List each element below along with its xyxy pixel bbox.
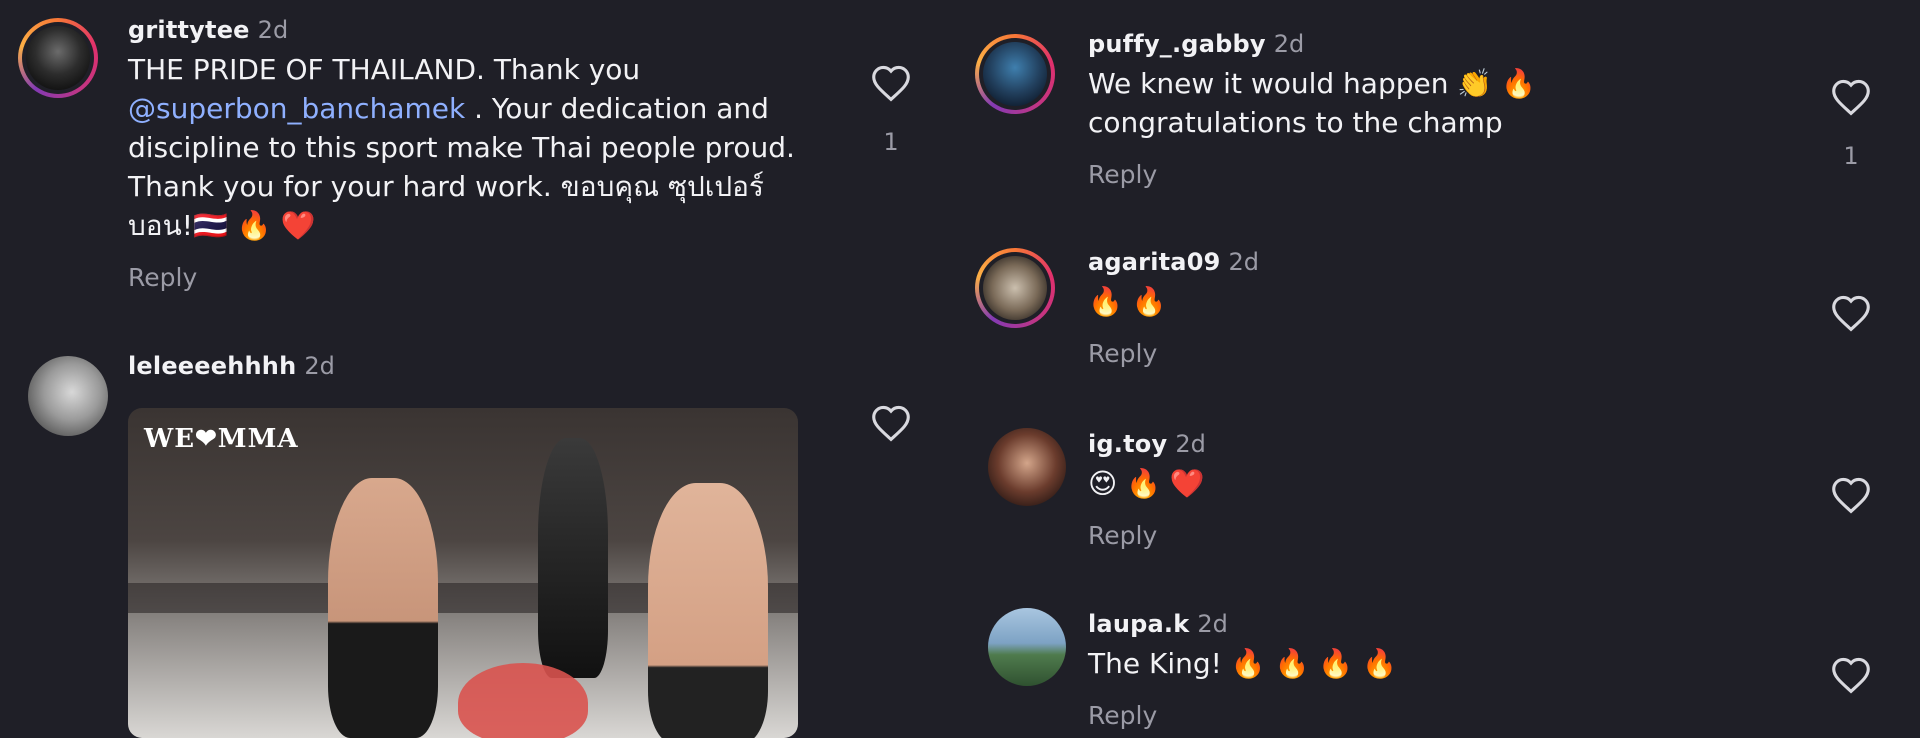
heart-outline-icon[interactable] — [870, 404, 912, 442]
avatar[interactable] — [988, 428, 1066, 506]
comment-text: 😍 🔥 ❤️ — [1088, 467, 1205, 500]
comment-item: grittytee 2d THE PRIDE OF THAILAND. Thank… — [0, 0, 960, 330]
comment-time: 2d — [1273, 30, 1305, 58]
comment-time: 2d — [304, 352, 335, 380]
comment-time: 2d — [1197, 610, 1228, 638]
reply-button[interactable]: Reply — [1088, 160, 1708, 189]
fighter-figure — [328, 478, 438, 738]
comment-item: laupa.k 2d The King! 🔥 🔥 🔥 🔥 Reply — [960, 606, 1920, 734]
heart-outline-icon[interactable] — [1830, 294, 1872, 332]
avatar-photo — [983, 42, 1047, 106]
comment-text: 🔥 🔥 — [1088, 285, 1167, 318]
avatar-photo — [26, 26, 90, 90]
reply-button[interactable]: Reply — [1088, 701, 1708, 730]
comment-item: ig.toy 2d 😍 🔥 ❤️ Reply — [960, 426, 1920, 576]
avatar-photo — [983, 256, 1047, 320]
gif-media[interactable]: WE❤MMA — [128, 408, 798, 738]
comment-item: puffy_.gabby 2d We knew it would happen 👏… — [960, 28, 1920, 228]
avatar[interactable] — [975, 248, 1055, 328]
comment-time: 2d — [1175, 430, 1206, 458]
comment-text: The King! 🔥 🔥 🔥 🔥 — [1088, 647, 1397, 680]
heart-outline-icon[interactable] — [1830, 476, 1872, 514]
reply-button[interactable]: Reply — [1088, 339, 1708, 368]
avatar[interactable] — [28, 356, 108, 436]
fighter-figure — [648, 483, 768, 738]
avatar[interactable] — [18, 18, 98, 98]
reply-button[interactable]: Reply — [128, 263, 828, 292]
referee-figure — [538, 438, 608, 678]
comment-text-part: THE PRIDE OF THAILAND. Thank you — [128, 53, 641, 86]
comment-username[interactable]: laupa.k — [1088, 610, 1189, 638]
media-logo: WE❤MMA — [144, 424, 299, 454]
comment-time: 2d — [257, 16, 289, 44]
avatar[interactable] — [988, 608, 1066, 686]
reply-button[interactable]: Reply — [1088, 521, 1708, 550]
comment-text: THE PRIDE OF THAILAND. Thank you @superb… — [128, 50, 828, 245]
comment-username[interactable]: grittytee — [128, 16, 250, 44]
comment-username[interactable]: leleeeehhhh — [128, 352, 296, 380]
comment-username[interactable]: ig.toy — [1088, 430, 1167, 458]
comment-item: leleeeehhhh 2d WE❤MMA — [0, 340, 960, 738]
comment-username[interactable]: puffy_.gabby — [1088, 30, 1266, 58]
like-count: 1 — [1843, 142, 1859, 170]
comment-text: We knew it would happen 👏 🔥 congratulati… — [1088, 67, 1536, 139]
comment-username[interactable]: agarita09 — [1088, 248, 1221, 276]
heart-outline-icon[interactable] — [1830, 656, 1872, 694]
avatar[interactable] — [975, 34, 1055, 114]
heart-outline-icon[interactable] — [1830, 78, 1872, 116]
comment-item: agarita09 2d 🔥 🔥 Reply — [960, 244, 1920, 394]
heart-outline-icon[interactable] — [870, 64, 912, 102]
like-count: 1 — [883, 128, 899, 156]
comment-time: 2d — [1228, 248, 1260, 276]
heart-logo-floor — [458, 663, 588, 738]
mention-link[interactable]: @superbon_banchamek — [128, 92, 465, 125]
